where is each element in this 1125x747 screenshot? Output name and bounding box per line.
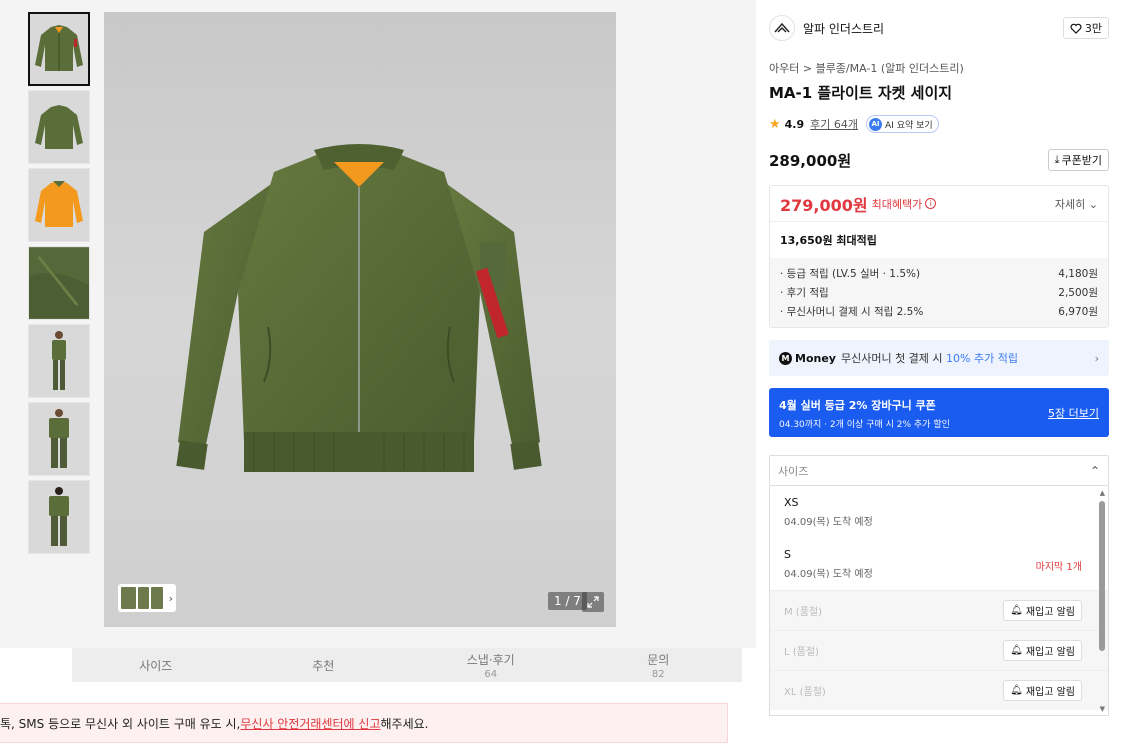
product-info-panel: 알파 인더스트리 3만 아우터 > 블루종/MA-1 (알파 인더스트리) MA…: [756, 12, 1125, 747]
report-link[interactable]: 무신사 안전거래센터에 신고: [240, 715, 380, 732]
tab-label: 추천: [312, 658, 335, 673]
star-icon: ★: [769, 116, 781, 132]
tab-count: 82: [651, 668, 665, 680]
bell-icon: 🔔︎: [1010, 685, 1023, 696]
money-promo-bar[interactable]: M Money 무신사머니 첫 결제 시 10% 추가 적립 ›: [769, 340, 1109, 376]
chevron-right-icon: ›: [1094, 351, 1099, 365]
coupon-button[interactable]: ⤓ 쿠폰받기: [1047, 149, 1109, 171]
price-row: 289,000원 ⤓ 쿠폰받기: [769, 149, 1109, 171]
size-option-m-soldout: M (품절) 🔔︎ 재입고 알림: [770, 590, 1108, 630]
chevron-up-icon: ⌃: [1089, 463, 1100, 478]
thumbnail-1[interactable]: [28, 12, 90, 86]
jacket-front-image: [35, 25, 83, 71]
size-option-s[interactable]: S 04.09(목) 도착 예정 마지막 1개: [770, 538, 1108, 590]
max-benefit-row: 279,000원 최대혜택가 i 자세히 ⌄: [770, 186, 1108, 222]
rating-score: 4.9: [784, 117, 805, 131]
ai-icon: AI: [869, 117, 883, 131]
max-benefit-price: 279,000원: [780, 195, 868, 215]
max-benefit-label: 최대혜택가: [871, 197, 923, 211]
brand-row: 알파 인더스트리 3만: [769, 12, 1109, 44]
money-brand: Money: [795, 351, 836, 365]
like-button[interactable]: 3만: [1062, 17, 1109, 39]
points-row: · 후기 적립 2,500원: [780, 287, 1098, 299]
scrollbar-thumb[interactable]: [1099, 501, 1105, 651]
ai-summary-label: AI 요약 보기: [885, 120, 933, 131]
preview-thumb: [138, 587, 150, 609]
breadcrumb[interactable]: 아우터 > 블루종/MA-1 (알파 인더스트리): [769, 60, 1109, 76]
heart-icon: [1070, 23, 1082, 34]
thumbnail-6[interactable]: [28, 402, 90, 476]
points-row: · 등급 적립 (LV.5 실버 · 1.5%) 4,180원: [780, 268, 1098, 280]
size-option-xs[interactable]: XS 04.09(목) 도착 예정: [770, 486, 1108, 538]
thumbnail-preview-strip[interactable]: ›: [118, 584, 176, 612]
model-front-image: [49, 409, 69, 468]
tab-label: 사이즈: [139, 658, 173, 673]
tab-recommend[interactable]: 추천: [240, 648, 408, 682]
rating-row: ★ 4.9 후기 64개 AI AI 요약 보기: [769, 115, 1109, 133]
chevron-right-icon[interactable]: ›: [169, 592, 173, 605]
coupon-banner[interactable]: 4월 실버 등급 2% 장바구니 쿠폰 04.30까지 · 2개 이상 구매 시…: [769, 388, 1109, 437]
bell-icon: 🔔︎: [1010, 645, 1023, 656]
notice-suffix: 해주세요.: [380, 716, 429, 731]
thumbnail-4[interactable]: [28, 246, 90, 320]
preview-thumb: [121, 587, 137, 609]
detail-tabs: 사이즈 추천 스냅·후기 64 문의 82: [72, 648, 742, 682]
scroll-down-arrow[interactable]: ▼: [1100, 705, 1105, 713]
tab-reviews[interactable]: 스냅·후기 64: [407, 648, 575, 682]
jacket-back-image: [35, 105, 83, 149]
jacket-illustration: [176, 144, 542, 472]
model-back-image: [49, 487, 69, 546]
fraud-notice: 톡, SMS 등으로 무신사 외 사이트 구매 유도 시, 무신사 안전거래센터…: [0, 703, 728, 743]
points-row: · 무신사머니 결제 시 적립 2.5% 6,970원: [780, 306, 1098, 318]
thumbnail-3[interactable]: [28, 168, 90, 242]
jacket-detail-image: [29, 247, 89, 319]
bell-icon: 🔔︎: [1010, 605, 1023, 616]
thumbnail-list: [28, 12, 92, 558]
expand-icon[interactable]: [582, 592, 604, 612]
scroll-up-arrow[interactable]: ▲: [1100, 489, 1105, 497]
size-option-l-soldout: L (품절) 🔔︎ 재입고 알림: [770, 630, 1108, 670]
last-stock-badge: 마지막 1개: [1035, 562, 1082, 573]
benefit-box: 279,000원 최대혜택가 i 자세히 ⌄ 13,650원 최대적립 · 등급…: [769, 185, 1109, 328]
product-title: MA-1 플라이트 자켓 세이지: [769, 84, 953, 102]
size-option-list: XS 04.09(목) 도착 예정 S 04.09(목) 도착 예정 마지막 1…: [769, 486, 1109, 716]
points-list: · 등급 적립 (LV.5 실버 · 1.5%) 4,180원 · 후기 적립 2,…: [770, 258, 1108, 327]
product-price: 289,000원: [769, 151, 852, 170]
info-icon[interactable]: i: [925, 198, 937, 209]
tab-label: 문의: [647, 652, 670, 667]
download-icon: ⤓: [1054, 153, 1060, 166]
thumbnail-5[interactable]: [28, 324, 90, 398]
brand-logo-icon[interactable]: [769, 15, 795, 41]
jacket-reversed-image: [35, 181, 83, 227]
restock-alert-button[interactable]: 🔔︎ 재입고 알림: [1003, 680, 1082, 701]
tab-count: 64: [484, 668, 498, 680]
like-count: 3만: [1084, 22, 1102, 35]
restock-alert-button[interactable]: 🔔︎ 재입고 알림: [1003, 640, 1082, 661]
money-icon: M: [779, 351, 792, 365]
tab-label: 스냅·후기: [466, 652, 515, 667]
thumbnail-7[interactable]: [28, 480, 90, 554]
size-option-xl-soldout: XL (품절) 🔔︎ 재입고 알림: [770, 670, 1108, 710]
reviews-link[interactable]: 후기 64개: [810, 116, 858, 132]
benefit-detail-toggle[interactable]: 자세히 ⌄: [1055, 196, 1098, 212]
notice-prefix: 톡, SMS 등으로 무신사 외 사이트 구매 유도 시,: [0, 716, 241, 731]
brand-name[interactable]: 알파 인더스트리: [803, 20, 884, 37]
preview-thumb: [151, 587, 163, 609]
size-select[interactable]: 사이즈 ⌃: [769, 455, 1109, 486]
money-text: 무신사머니 첫 결제 시 10% 추가 적립: [840, 352, 1018, 365]
tab-inquiry[interactable]: 문의 82: [575, 648, 743, 682]
coupon-button-label: 쿠폰받기: [1061, 154, 1102, 167]
thumbnail-2[interactable]: [28, 90, 90, 164]
model-side-image: [52, 331, 66, 390]
ai-summary-button[interactable]: AI AI 요약 보기: [866, 115, 939, 133]
tabs-spacer: [0, 648, 72, 682]
size-select-label: 사이즈: [778, 464, 809, 478]
main-product-image[interactable]: › 1 / 7: [104, 12, 616, 627]
coupon-more-link[interactable]: 5장 더보기: [1048, 405, 1099, 421]
restock-alert-button[interactable]: 🔔︎ 재입고 알림: [1003, 600, 1082, 621]
points-title: 13,650원 최대적립: [780, 234, 877, 247]
tab-size[interactable]: 사이즈: [72, 648, 240, 682]
